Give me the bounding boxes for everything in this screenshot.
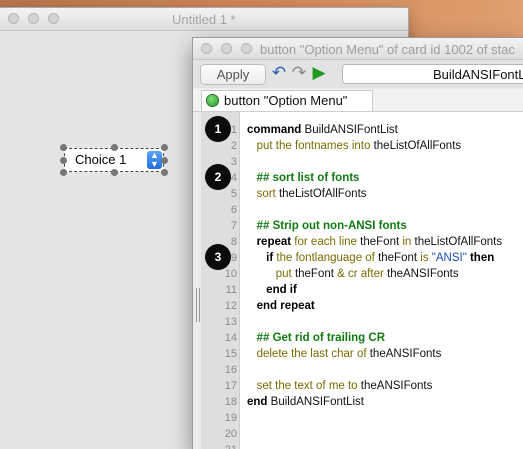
code-token: theFont — [374, 252, 418, 264]
code-token: delete the last char of — [247, 348, 367, 360]
resize-handle[interactable] — [161, 157, 168, 164]
handler-field[interactable]: BuildANSIFontList — [342, 64, 523, 84]
callout-badge: 2 — [205, 164, 231, 190]
script-editor[interactable]: 123456789101112131415161718192021 comman… — [201, 112, 523, 449]
line-number: 11 — [225, 284, 237, 296]
code-token: for each line — [291, 236, 357, 248]
code-token: theANSIFonts — [366, 348, 442, 360]
tab-label: button "Option Menu" — [224, 93, 348, 108]
code-token: theFont — [291, 268, 334, 280]
play-icon[interactable]: ▶ — [310, 63, 328, 83]
code-token: theFont — [356, 236, 400, 248]
code-line: if the fontlanguage of theFont is "ANSI"… — [247, 250, 494, 266]
option-menu-label: Choice 1 — [75, 152, 127, 167]
undo-arrow-icon[interactable]: ↶ — [270, 63, 288, 83]
resize-handle[interactable] — [111, 144, 118, 151]
code-line: put theFont & cr after theANSIFonts — [247, 266, 459, 282]
code-token: repeat — [247, 236, 292, 248]
line-number-gutter: 123456789101112131415161718192021 — [201, 112, 240, 449]
resize-handle[interactable] — [161, 144, 168, 151]
line-number: 17 — [224, 380, 237, 392]
resize-handle[interactable] — [60, 157, 67, 164]
code-token: theListOfAllFonts — [275, 188, 367, 200]
code-token: BuildANSIFontList — [267, 396, 364, 408]
code-token: theListOfAllFonts — [370, 140, 462, 152]
code-line: repeat for each line theFont in theListO… — [247, 234, 503, 250]
close-icon[interactable] — [201, 43, 212, 54]
minimize-icon[interactable] — [221, 43, 232, 54]
line-number: 7 — [230, 220, 237, 232]
line-number: 15 — [224, 348, 237, 360]
code-token: put the fontnames into — [247, 140, 371, 152]
resize-handle[interactable] — [161, 169, 168, 176]
script-code[interactable]: command BuildANSIFontList put the fontna… — [247, 112, 523, 449]
code-token: end if — [247, 284, 297, 296]
script-editor-titlebar[interactable]: button "Option Menu" of card id 1002 of … — [193, 38, 523, 60]
resize-handle[interactable] — [111, 169, 118, 176]
code-token: theListOfAllFonts — [411, 236, 503, 248]
line-number: 14 — [224, 332, 237, 344]
code-token: theANSIFonts — [357, 380, 433, 392]
code-line: ## Get rid of trailing CR — [247, 330, 385, 346]
code-token: theANSIFonts — [383, 268, 459, 280]
tab-option-menu[interactable]: button "Option Menu" — [201, 90, 373, 111]
code-line: ## sort list of fonts — [247, 170, 360, 186]
window-title: button "Option Menu" of card id 1002 of … — [260, 42, 515, 57]
editor-toolbar: Apply ↶ ↷ ▶ BuildANSIFontList — [193, 60, 523, 88]
code-token: & cr after — [333, 268, 384, 280]
code-token: ## Get rid of trailing CR — [247, 332, 386, 344]
line-number: 21 — [201, 442, 237, 449]
code-line: put the fontnames into theListOfAllFonts — [247, 138, 462, 154]
up-down-arrow-icon[interactable]: ▲ ▼ — [147, 151, 162, 169]
code-token: end repeat — [247, 300, 315, 312]
code-line: delete the last char of theANSIFonts — [247, 346, 442, 362]
code-token: in — [399, 236, 412, 248]
code-token: is — [417, 252, 429, 264]
code-line: end if — [247, 282, 297, 298]
stack-window-titlebar[interactable]: Untitled 1 * — [0, 8, 408, 31]
line-number: 12 — [224, 300, 237, 312]
line-number: 20 — [224, 428, 237, 440]
code-token: end — [247, 396, 268, 408]
code-token: the fontlanguage of — [273, 252, 375, 264]
line-number: 13 — [224, 316, 237, 328]
code-token: put — [247, 268, 292, 280]
code-token: sort — [247, 188, 276, 200]
code-token: "ANSI" — [428, 252, 467, 264]
line-number: 19 — [224, 412, 237, 424]
code-token: BuildANSIFontList — [301, 124, 398, 136]
apply-button[interactable]: Apply — [201, 65, 265, 84]
window-title: Untitled 1 * — [172, 12, 236, 27]
code-line: sort theListOfAllFonts — [247, 186, 367, 202]
code-line: command BuildANSIFontList — [247, 122, 398, 138]
code-line: end repeat — [247, 298, 315, 314]
resize-handle[interactable] — [60, 169, 67, 176]
zoom-icon[interactable] — [241, 43, 252, 54]
minimize-icon[interactable] — [28, 13, 39, 24]
pane-splitter[interactable] — [196, 288, 201, 322]
code-line: end BuildANSIFontList — [247, 394, 364, 410]
code-token: ## Strip out non-ANSI fonts — [247, 220, 407, 232]
code-token: set the text of me to — [247, 380, 358, 392]
code-token: ## sort list of fonts — [247, 172, 360, 184]
code-token: command — [247, 124, 302, 136]
script-editor-window[interactable]: button "Option Menu" of card id 1002 of … — [193, 38, 523, 449]
script-tab-bar: button "Option Menu" — [193, 89, 523, 112]
redo-arrow-icon[interactable]: ↷ — [290, 63, 308, 83]
code-token: if — [247, 252, 274, 264]
code-line: set the text of me to theANSIFonts — [247, 378, 433, 394]
zoom-icon[interactable] — [48, 13, 59, 24]
resize-handle[interactable] — [60, 144, 67, 151]
line-number: 6 — [230, 204, 237, 216]
line-number: 18 — [224, 396, 237, 408]
close-icon[interactable] — [8, 13, 19, 24]
green-status-dot-icon — [207, 95, 218, 106]
code-line: ## Strip out non-ANSI fonts — [247, 218, 407, 234]
callout-badge: 3 — [205, 244, 231, 270]
code-token: then — [466, 252, 495, 264]
line-number: 16 — [224, 364, 237, 376]
callout-badge: 1 — [205, 116, 231, 142]
